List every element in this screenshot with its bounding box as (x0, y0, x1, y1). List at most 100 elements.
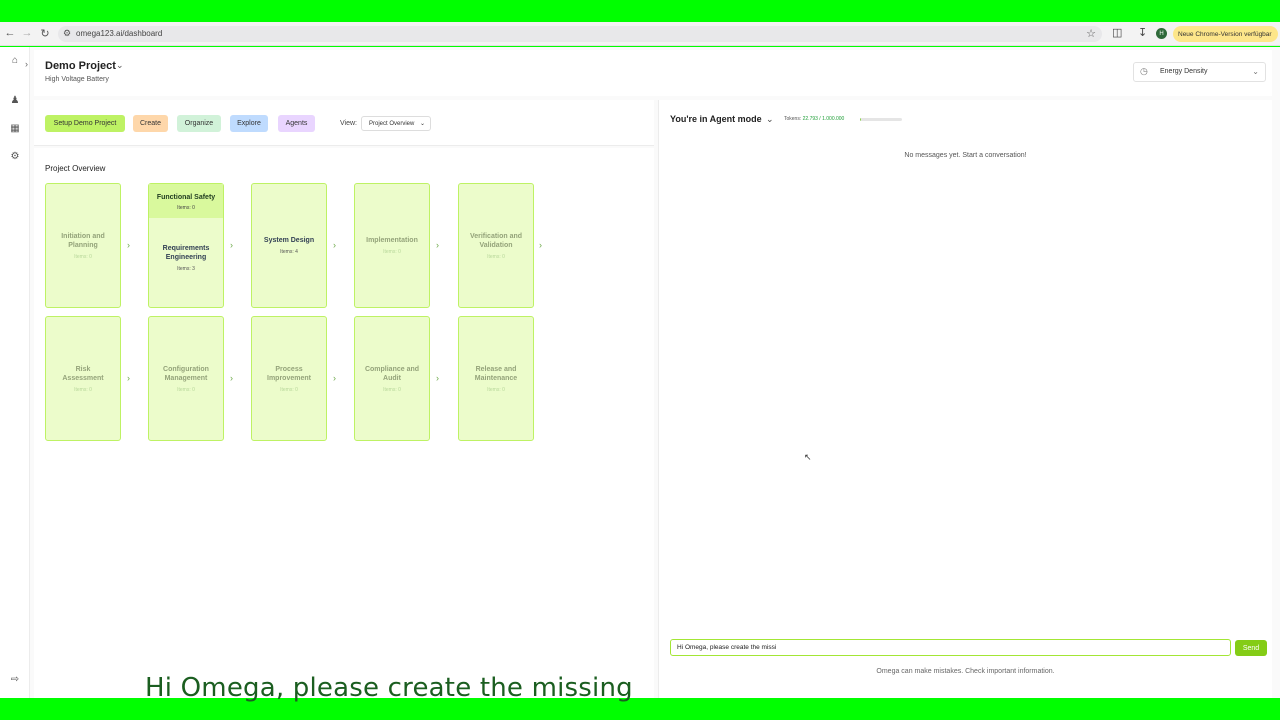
phase-name: Initiation and Planning (61, 233, 105, 249)
building-icon[interactable]: ▦ (8, 121, 22, 135)
download-icon[interactable]: ↧ (1138, 26, 1147, 39)
phase-card[interactable]: Process Improvement Items: 0 (251, 316, 327, 441)
phase-card[interactable]: System Design Items: 4 (251, 183, 327, 308)
phase-name: Risk Assessment (62, 366, 104, 382)
back-icon[interactable]: ← (3, 26, 17, 40)
forward-icon[interactable]: → (20, 26, 34, 40)
phase-items: Items: 0 (487, 387, 505, 393)
phase-name: Process Improvement (267, 366, 311, 382)
chat-input[interactable]: Hi Omega, please create the missi (670, 639, 1231, 656)
project-title[interactable]: Demo Project (45, 60, 116, 72)
project-subtitle: High Voltage Battery (45, 76, 109, 83)
settings-icon[interactable]: ⚙ (8, 149, 22, 163)
token-usage-bar (860, 118, 902, 121)
address-url: omega123.ai/dashboard (76, 29, 163, 38)
metric-select-value: Energy Density (1160, 68, 1208, 75)
home-icon[interactable]: ⌂ (8, 53, 22, 67)
setup-demo-project-button[interactable]: Setup Demo Project (45, 115, 125, 132)
app-window: ⌂ ♟ ▦ ⚙ ⇨ › Demo Project ⌄ High Voltage … (0, 47, 1280, 703)
chat-input-value: Hi Omega, please create the missi (677, 644, 777, 651)
phase-card[interactable]: Functional Safety Items: 0 Requirements E… (148, 183, 224, 308)
phase-items: Items: 0 (280, 387, 298, 393)
chevron-right-icon: › (333, 240, 336, 250)
empty-chat-message: No messages yet. Start a conversation! (904, 152, 1027, 159)
left-panel: Setup Demo Project Create Organize Explo… (34, 100, 654, 703)
overview-title: Project Overview (45, 164, 106, 173)
phase-card[interactable]: Configuration Management Items: 0 (148, 316, 224, 441)
token-counter: Tokens: 22.793 / 1.000.000 (784, 116, 844, 122)
profile-avatar[interactable]: H (1156, 28, 1167, 39)
phase-items: Items: 0 (383, 387, 401, 393)
token-value: 22.793 / 1.000.000 (802, 116, 845, 122)
subphase-name: Functional Safety (156, 194, 216, 201)
phase-items: Items: 0 (74, 387, 92, 393)
button-label: Setup Demo Project (53, 120, 117, 127)
phase-card[interactable]: Compliance and Audit Items: 0 (354, 316, 430, 441)
logout-icon[interactable]: ⇨ (8, 672, 22, 686)
phase-name: Requirements Engineering (162, 245, 210, 261)
create-button[interactable]: Create (133, 115, 168, 132)
view-label: View: (340, 120, 357, 127)
phase-items: Items: 0 (177, 387, 195, 393)
organize-button[interactable]: Organize (177, 115, 221, 132)
chevron-down-icon: ⌄ (1252, 67, 1259, 76)
extensions-icon[interactable]: ◫ (1112, 26, 1122, 39)
view-select[interactable]: Project Overview ⌄ (361, 116, 431, 131)
address-bar[interactable]: ⚙ omega123.ai/dashboard ☆ (58, 26, 1102, 42)
phase-items: Items: 0 (487, 254, 505, 260)
explore-button[interactable]: Explore (230, 115, 268, 132)
view-select-value: Project Overview (369, 120, 415, 127)
phase-items: Items: 3 (177, 266, 195, 272)
chevron-right-icon: › (230, 240, 233, 250)
chevron-right-icon: › (127, 240, 130, 250)
token-label: Tokens: (784, 116, 802, 122)
subphase-band[interactable]: Functional Safety Items: 0 (149, 184, 223, 218)
clock-icon: ◷ (1140, 66, 1148, 76)
phase-card[interactable]: Release and Maintenance Items: 0 (458, 316, 534, 441)
phase-name: Configuration Management (163, 366, 209, 382)
button-label: Explore (237, 120, 261, 127)
send-button[interactable]: Send (1235, 640, 1267, 656)
agent-panel: You're in Agent mode ⌄ Tokens: 22.793 / … (658, 100, 1272, 698)
phase-name: Implementation (366, 237, 418, 244)
chevron-right-icon: › (539, 240, 542, 250)
site-info-icon[interactable]: ⚙ (63, 28, 71, 39)
phase-card[interactable]: Risk Assessment Items: 0 (45, 316, 121, 441)
bookmark-star-icon[interactable]: ☆ (1086, 27, 1096, 40)
chrome-update-button[interactable]: Neue Chrome-Version verfügbar (1173, 26, 1278, 42)
send-label: Send (1242, 644, 1260, 652)
agent-mode-title[interactable]: You're in Agent mode (670, 114, 762, 124)
left-rail: ⌂ ♟ ▦ ⚙ ⇨ (0, 47, 30, 698)
chevron-down-icon[interactable]: ⌄ (116, 60, 124, 71)
chevron-right-icon: › (230, 373, 233, 383)
phase-card[interactable]: Initiation and Planning Items: 0 (45, 183, 121, 308)
metric-select[interactable]: ◷ Energy Density ⌄ (1133, 62, 1266, 82)
chevron-right-icon: › (436, 240, 439, 250)
chevron-right-icon[interactable]: › (25, 59, 28, 69)
phase-name: Release and Maintenance (474, 366, 518, 382)
button-label: Create (139, 120, 161, 127)
action-toolbar: Setup Demo Project Create Organize Explo… (34, 100, 654, 146)
phase-items: Items: 0 (383, 249, 401, 255)
chevron-right-icon: › (127, 373, 130, 383)
phase-name: Verification and Validation (469, 233, 523, 249)
phase-card[interactable]: Verification and Validation Items: 0 (458, 183, 534, 308)
subtitle-caption: Hi Omega, please create the missing (145, 673, 633, 703)
phase-items: Items: 0 (74, 254, 92, 260)
chevron-right-icon: › (333, 373, 336, 383)
phase-name: Compliance and Audit (364, 366, 420, 382)
mouse-cursor-icon: ↖ (804, 452, 812, 462)
reload-icon[interactable]: ↻ (38, 26, 52, 40)
button-label: Organize (184, 120, 214, 127)
token-usage-fill (860, 118, 861, 121)
chevron-down-icon: ⌄ (419, 121, 425, 127)
phase-card[interactable]: Implementation Items: 0 (354, 183, 430, 308)
disclaimer: Omega can make mistakes. Check important… (876, 668, 1055, 675)
project-header: Demo Project ⌄ High Voltage Battery ◷ En… (34, 50, 1272, 96)
agents-button[interactable]: Agents (278, 115, 315, 132)
chevron-right-icon: › (436, 373, 439, 383)
team-icon[interactable]: ♟ (8, 93, 22, 107)
chevron-down-icon[interactable]: ⌄ (766, 114, 774, 125)
button-label: Agents (285, 120, 308, 127)
browser-toolbar: ← → ↻ ⚙ omega123.ai/dashboard ☆ ◫ ↧ H Ne… (0, 22, 1280, 46)
